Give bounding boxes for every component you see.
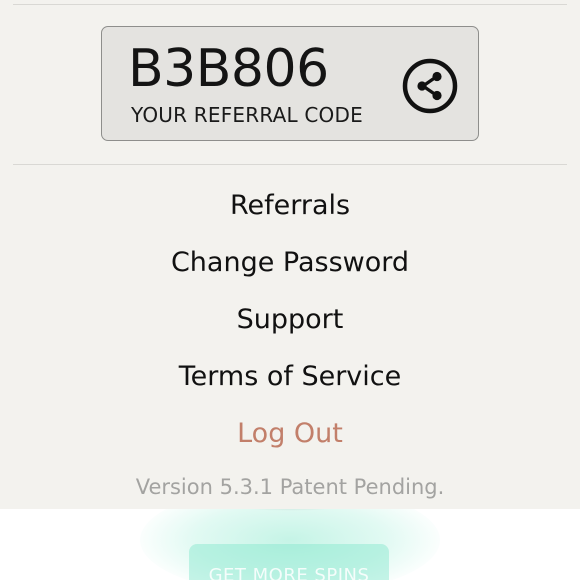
app-screen: GET MORE SPINS B3B806 YOUR REFERRAL CODE… [0, 0, 580, 580]
menu-item-support[interactable]: Support [0, 302, 580, 338]
share-icon [402, 58, 458, 114]
referral-code-card: B3B806 YOUR REFERRAL CODE [101, 26, 479, 141]
menu-item-referrals[interactable]: Referrals [0, 188, 580, 224]
get-more-spins-button[interactable]: GET MORE SPINS [189, 544, 389, 580]
menu-item-log-out[interactable]: Log Out [0, 416, 580, 452]
version-text: Version 5.3.1 Patent Pending. [135, 475, 445, 499]
referral-code-value: B3B806 [128, 39, 329, 99]
section-divider [13, 164, 567, 165]
menu-item-change-password[interactable]: Change Password [0, 245, 580, 281]
settings-menu-panel: B3B806 YOUR REFERRAL CODE Referrals Chan… [0, 0, 580, 509]
menu-item-terms-of-service[interactable]: Terms of Service [0, 359, 580, 395]
top-divider [13, 4, 567, 5]
background-area: GET MORE SPINS [0, 505, 580, 580]
share-button[interactable] [402, 58, 458, 114]
referral-code-caption: YOUR REFERRAL CODE [131, 103, 363, 127]
